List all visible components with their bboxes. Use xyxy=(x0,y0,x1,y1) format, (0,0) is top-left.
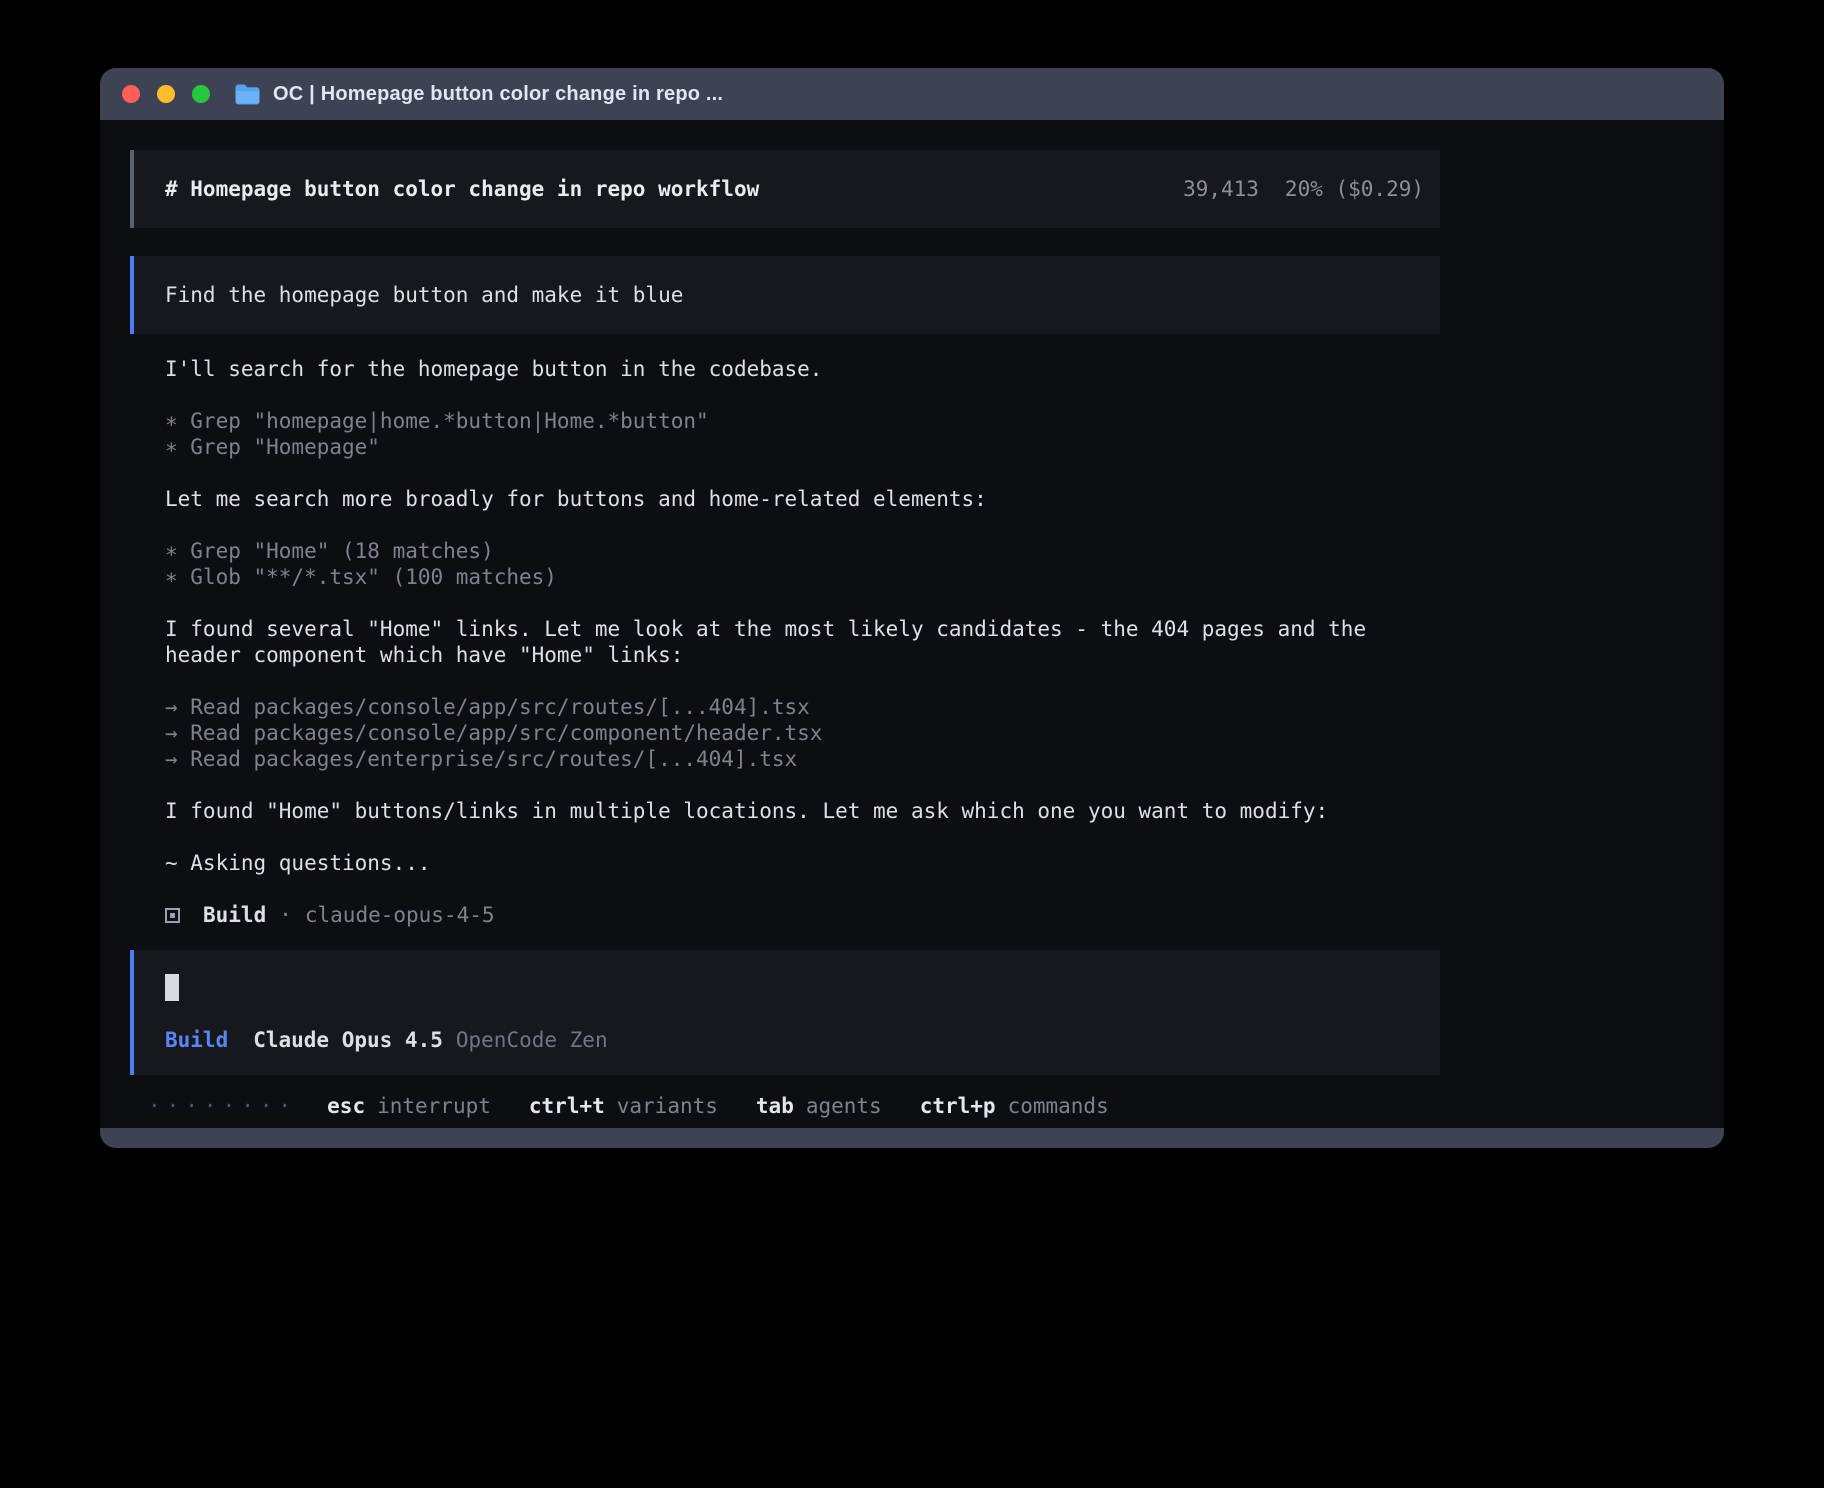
tool-call-read: → Read packages/console/app/src/componen… xyxy=(165,720,1440,746)
hint-key: tab xyxy=(756,1093,794,1119)
hint-key: ctrl+t xyxy=(529,1093,605,1119)
input-meta-row: Build Claude Opus 4.5 OpenCode Zen xyxy=(165,1027,1424,1053)
hint-label: interrupt xyxy=(377,1093,491,1119)
user-message-text: Find the homepage button and make it blu… xyxy=(165,283,683,307)
hint-label: commands xyxy=(1008,1093,1109,1119)
window-title-group: OC | Homepage button color change in rep… xyxy=(234,83,723,106)
status-text: ~ Asking questions... xyxy=(165,850,1440,876)
progress-dots: ········ xyxy=(148,1093,297,1119)
agent-status-row: Build · claude-opus-4-5 xyxy=(165,902,1440,928)
session-view: # Homepage button color change in repo w… xyxy=(130,150,1440,1119)
assistant-text: I found "Home" buttons/links in multiple… xyxy=(165,798,1440,824)
agent-icon xyxy=(165,908,180,923)
hint-variants: ctrl+t variants xyxy=(529,1093,718,1119)
terminal-window: OC | Homepage button color change in rep… xyxy=(100,68,1724,1148)
hint-key: esc xyxy=(327,1093,365,1119)
transcript: I'll search for the homepage button in t… xyxy=(165,356,1440,928)
minimize-button[interactable] xyxy=(157,85,175,103)
prompt-input[interactable]: Build Claude Opus 4.5 OpenCode Zen xyxy=(130,950,1440,1075)
window-titlebar[interactable]: OC | Homepage button color change in rep… xyxy=(100,68,1724,120)
session-meta: 39,413 20% ($0.29) xyxy=(1183,176,1424,202)
window-title: OC | Homepage button color change in rep… xyxy=(273,83,723,106)
tool-call-grep: ∗ Grep "homepage|home.*button|Home.*butt… xyxy=(165,408,1440,434)
session-title: # Homepage button color change in repo w… xyxy=(165,176,759,202)
close-button[interactable] xyxy=(122,85,140,103)
input-agent-label[interactable]: Build xyxy=(165,1027,228,1053)
context-cost: 20% ($0.29) xyxy=(1285,176,1424,202)
hint-agents: tab agents xyxy=(756,1093,882,1119)
traffic-lights xyxy=(122,85,210,103)
agent-icon-dot xyxy=(170,913,175,918)
tool-call-read: → Read packages/enterprise/src/routes/[.… xyxy=(165,746,1440,772)
tool-call-glob: ∗ Glob "**/*.tsx" (100 matches) xyxy=(165,564,1440,590)
token-count: 39,413 xyxy=(1183,176,1259,202)
session-header: # Homepage button color change in repo w… xyxy=(130,150,1440,228)
agent-model: claude-opus-4-5 xyxy=(305,902,495,928)
desktop-background: OC | Homepage button color change in rep… xyxy=(0,0,1824,1488)
status-bar: ········ esc interrupt ctrl+t variants t… xyxy=(130,1093,1440,1119)
input-provider-label: OpenCode Zen xyxy=(456,1027,608,1053)
input-model-label[interactable]: Claude Opus 4.5 xyxy=(253,1027,443,1053)
agent-separator: · xyxy=(279,902,292,928)
tool-call-grep: ∗ Grep "Home" (18 matches) xyxy=(165,538,1440,564)
hint-interrupt: esc interrupt xyxy=(327,1093,491,1119)
folder-icon xyxy=(234,83,261,105)
hint-key: ctrl+p xyxy=(920,1093,996,1119)
assistant-text: I'll search for the homepage button in t… xyxy=(165,356,1440,382)
hint-commands: ctrl+p commands xyxy=(920,1093,1109,1119)
hint-label: agents xyxy=(806,1093,882,1119)
user-message: Find the homepage button and make it blu… xyxy=(130,256,1440,334)
text-cursor xyxy=(165,974,179,1001)
terminal-content[interactable]: # Homepage button color change in repo w… xyxy=(100,120,1724,1128)
assistant-text: Let me search more broadly for buttons a… xyxy=(165,486,1440,512)
tool-call-read: → Read packages/console/app/src/routes/[… xyxy=(165,694,1440,720)
tool-call-grep: ∗ Grep "Homepage" xyxy=(165,434,1440,460)
zoom-button[interactable] xyxy=(192,85,210,103)
agent-name: Build xyxy=(203,902,266,928)
assistant-text: I found several "Home" links. Let me loo… xyxy=(165,616,1440,668)
hint-label: variants xyxy=(617,1093,718,1119)
